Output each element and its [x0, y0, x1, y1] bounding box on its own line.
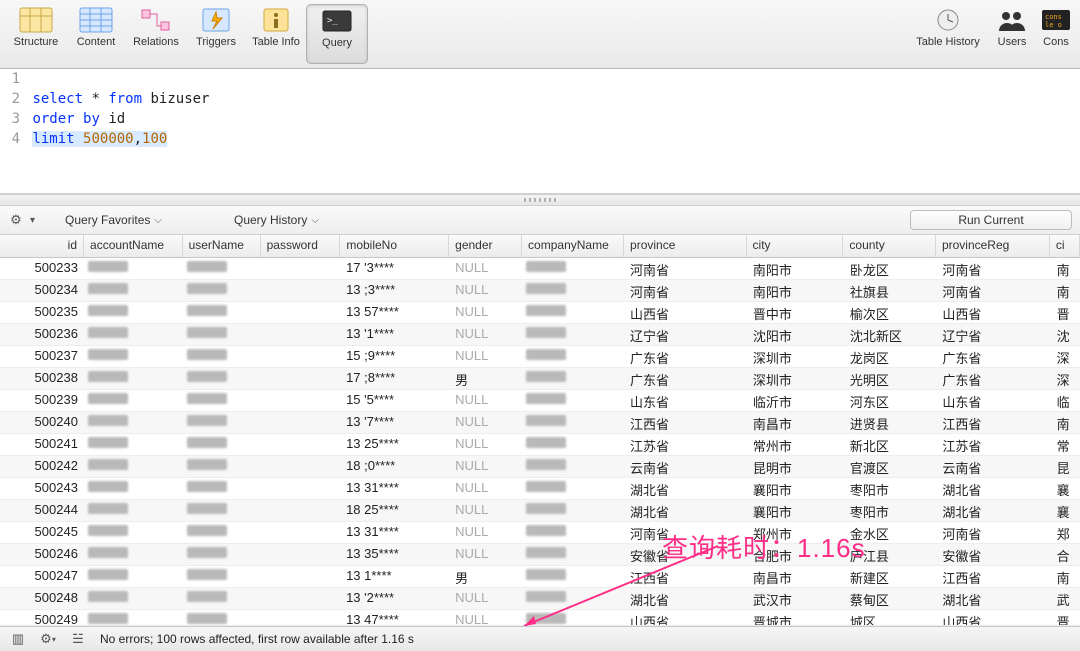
status-message: No errors; 100 rows affected, first row …	[100, 632, 414, 646]
toolbar-label: Table History	[916, 36, 980, 48]
content-icon	[78, 6, 114, 34]
triggers-icon	[198, 6, 234, 34]
results-grid: id accountName userName password mobileN…	[0, 235, 1080, 625]
col-username: userName	[183, 235, 261, 257]
table-row[interactable]: 50023613 '1****NULL辽宁省沈阳市沈北新区辽宁省沈	[0, 324, 1080, 346]
query-mid-bar: ⚙ ▾ Query Favorites⌵ Query History⌵ Run C…	[0, 206, 1080, 235]
run-current-button[interactable]: Run Current	[910, 210, 1072, 230]
chevron-down-icon: ⌵	[311, 215, 319, 226]
table-row[interactable]: 50023513 57****NULL山西省晋中市榆次区山西省晋	[0, 302, 1080, 324]
toolbar-content[interactable]: Content	[66, 4, 126, 62]
toolbar-triggers[interactable]: Triggers	[186, 4, 246, 62]
col-provincereg: provinceReg	[936, 235, 1050, 257]
gear-icon[interactable]: ⚙▾	[40, 631, 56, 647]
grid-header[interactable]: id accountName userName password mobileN…	[0, 235, 1080, 258]
tableinfo-icon	[258, 6, 294, 34]
table-row[interactable]: 50023915 '5****NULL山东省临沂市河东区山东省临	[0, 390, 1080, 412]
svg-text:cons: cons	[1045, 13, 1062, 21]
toolbar-label: Triggers	[196, 36, 236, 48]
col-accountname: accountName	[84, 235, 183, 257]
table-row[interactable]: 50024713 1****男江西省南昌市新建区江西省南	[0, 566, 1080, 588]
table-row[interactable]: 50024418 25****NULL湖北省襄阳市枣阳市湖北省襄	[0, 500, 1080, 522]
line-number: 3	[0, 109, 24, 129]
table-row[interactable]: 50023817 ;8****男广东省深圳市光明区广东省深	[0, 368, 1080, 390]
line-number: 1	[0, 69, 24, 89]
toolbar-tableinfo[interactable]: Table Info	[246, 4, 306, 62]
table-row[interactable]: 50023413 ;3****NULL河南省南阳市社旗县河南省南	[0, 280, 1080, 302]
toolbar-label: Users	[998, 36, 1027, 48]
clock-icon	[930, 6, 966, 34]
col-province: province	[624, 235, 747, 257]
status-bar: ▥ ⚙▾ ☱ No errors; 100 rows affected, fir…	[0, 626, 1080, 651]
toolbar-label: Cons	[1043, 36, 1069, 48]
split-drag-handle[interactable]	[0, 194, 1080, 206]
console-icon: consle o	[1038, 6, 1074, 34]
table-row[interactable]: 50023317 '3****NULL河南省南阳市卧龙区河南省南	[0, 258, 1080, 280]
col-password: password	[261, 235, 341, 257]
history-icon[interactable]: ▥	[10, 631, 26, 647]
table-row[interactable]: 50023715 ;9****NULL广东省深圳市龙岗区广东省深	[0, 346, 1080, 368]
main-toolbar: Structure Content Relations Triggers Tab…	[0, 0, 1080, 69]
line-number: 2	[0, 89, 24, 109]
table-row[interactable]: 50024013 '7****NULL江西省南昌市进贤县江西省南	[0, 412, 1080, 434]
col-county: county	[843, 235, 936, 257]
table-row[interactable]: 50024813 '2****NULL湖北省武汉市蔡甸区湖北省武	[0, 588, 1080, 610]
svg-text:le o: le o	[1045, 21, 1062, 29]
chevron-down-icon[interactable]: ▾	[30, 215, 35, 226]
users-icon	[994, 6, 1030, 34]
col-gender: gender	[449, 235, 522, 257]
toolbar-label: Content	[77, 36, 116, 48]
toolbar-tablehistory[interactable]: Table History	[908, 4, 988, 62]
svg-text:>_: >_	[327, 16, 338, 26]
query-favorites-dropdown[interactable]: Query Favorites⌵	[65, 213, 162, 227]
toolbar-query[interactable]: >_ Query	[306, 4, 368, 64]
toolbar-users[interactable]: Users	[988, 4, 1036, 62]
grid-body: 50023317 '3****NULL河南省南阳市卧龙区河南省南50023413…	[0, 258, 1080, 625]
toolbar-label: Table Info	[252, 36, 300, 48]
toolbar-label: Query	[322, 37, 352, 49]
col-id: id	[0, 235, 84, 257]
toolbar-label: Relations	[133, 36, 179, 48]
table-row[interactable]: 50024913 47****NULL山西省晋城市城区山西省晋	[0, 610, 1080, 625]
col-mobileno: mobileNo	[340, 235, 449, 257]
explain-icon[interactable]: ☱	[70, 631, 86, 647]
line-number: 4	[0, 129, 24, 149]
chevron-down-icon: ⌵	[154, 215, 162, 226]
table-row[interactable]: 50024313 31****NULL湖北省襄阳市枣阳市湖北省襄	[0, 478, 1080, 500]
col-ci: ci	[1050, 235, 1080, 257]
toolbar-console[interactable]: consle o Cons	[1036, 4, 1076, 62]
table-row[interactable]: 50024513 31****NULL河南省郑州市金水区河南省郑	[0, 522, 1080, 544]
col-companyname: companyName	[522, 235, 624, 257]
query-icon: >_	[319, 7, 355, 35]
toolbar-structure[interactable]: Structure	[6, 4, 66, 62]
table-row[interactable]: 50024218 ;0****NULL云南省昆明市官渡区云南省昆	[0, 456, 1080, 478]
gear-icon[interactable]: ⚙	[8, 212, 24, 228]
relations-icon	[138, 6, 174, 34]
query-history-dropdown[interactable]: Query History⌵	[234, 213, 319, 227]
toolbar-label: Structure	[14, 36, 59, 48]
table-row[interactable]: 50024613 35****NULL安徽省合肥市庐江县安徽省合	[0, 544, 1080, 566]
col-city: city	[747, 235, 844, 257]
toolbar-relations[interactable]: Relations	[126, 4, 186, 62]
structure-icon	[18, 6, 54, 34]
table-row[interactable]: 50024113 25****NULL江苏省常州市新北区江苏省常	[0, 434, 1080, 456]
sql-editor[interactable]: 1 2 select * from bizuser 3 order by id …	[0, 69, 1080, 194]
